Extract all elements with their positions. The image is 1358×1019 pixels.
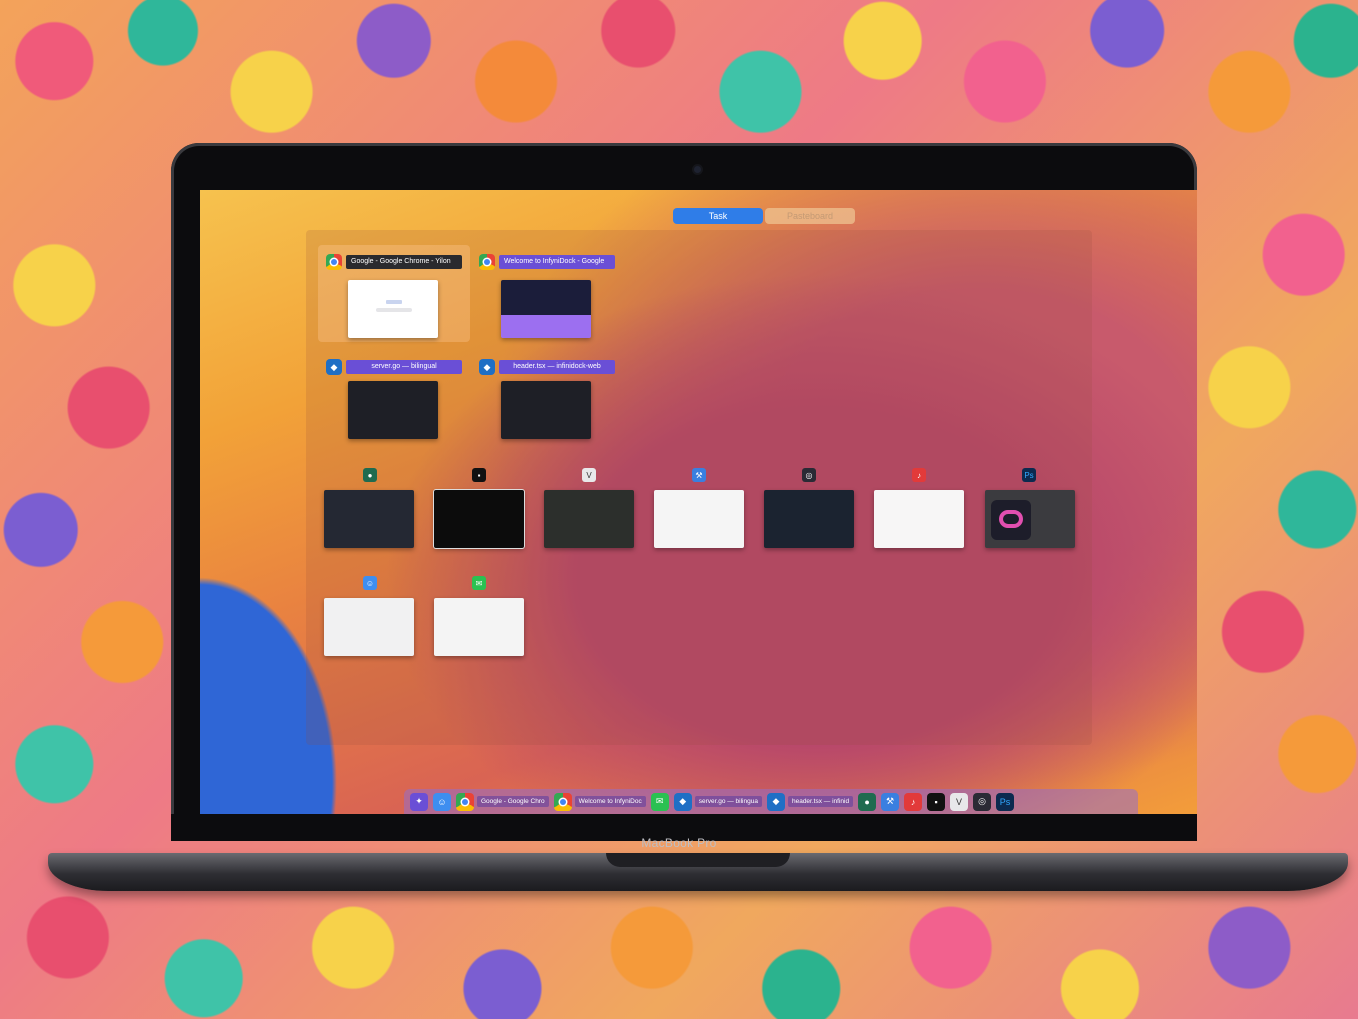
chrome-icon xyxy=(553,792,572,811)
xcode-icon: ⚒ xyxy=(692,468,706,482)
netease-music-icon[interactable]: ♪ xyxy=(904,792,923,811)
window-title: Welcome to InfyniDock - Google xyxy=(499,255,615,269)
wechat-icon[interactable]: ✉ xyxy=(650,792,669,811)
gitkraken-icon[interactable]: ● xyxy=(858,792,877,811)
camera-icon xyxy=(694,166,701,173)
window-thumbnail xyxy=(348,381,438,439)
screen: Task Pasteboard Google - Google Chrome -… xyxy=(200,190,1197,814)
launcher-icon[interactable]: ✦ xyxy=(410,792,428,811)
dock-item-vscode-header[interactable]: ◆ header.tsx — infinid xyxy=(766,792,854,811)
window-thumbnail[interactable] xyxy=(324,598,414,656)
tab-task[interactable]: Task xyxy=(673,208,763,224)
window-title: server.go — bilingual xyxy=(346,360,462,374)
finder-icon: ☺ xyxy=(363,576,377,590)
xcode-icon[interactable]: ⚒ xyxy=(881,792,900,811)
dock-item-label: Google - Google Chro xyxy=(477,796,549,807)
task-switcher-panel: Google - Google Chrome - Yilon Welcome t… xyxy=(306,230,1092,745)
vim-icon[interactable]: V xyxy=(950,792,969,811)
window-thumbnail[interactable] xyxy=(324,490,414,548)
photoshop-icon[interactable]: Ps xyxy=(996,792,1015,811)
vscode-icon: ◆ xyxy=(673,792,692,811)
window-title: header.tsx — infinidock-web xyxy=(499,360,615,374)
vim-icon: V xyxy=(582,468,596,482)
window-thumbnail[interactable] xyxy=(434,490,524,548)
chrome-icon xyxy=(326,254,342,270)
terminal-icon[interactable]: ▪ xyxy=(927,792,946,811)
window-thumbnail xyxy=(501,381,591,439)
vscode-icon: ◆ xyxy=(766,792,785,811)
proxyman-icon[interactable]: ◎ xyxy=(973,792,992,811)
terminal-icon: ▪ xyxy=(472,468,486,482)
laptop-notch xyxy=(606,853,790,867)
dock-item-label: server.go — bilingua xyxy=(694,796,762,807)
dock: ✦ ☺ Google - Google Chro Welcome to Infy… xyxy=(404,789,1138,814)
proxyman-icon: ◎ xyxy=(802,468,816,482)
vscode-icon: ◆ xyxy=(326,359,342,375)
dock-item-label: Welcome to InfyniDoc xyxy=(574,796,646,807)
chrome-icon xyxy=(479,254,495,270)
wechat-icon: ✉ xyxy=(472,576,486,590)
window-thumbnail[interactable] xyxy=(544,490,634,548)
dock-item-label: header.tsx — infinid xyxy=(787,796,854,807)
window-thumbnail xyxy=(501,280,591,338)
window-thumbnail[interactable] xyxy=(434,598,524,656)
dock-item-chrome-google[interactable]: Google - Google Chro xyxy=(456,792,549,811)
dock-item-vscode-server[interactable]: ◆ server.go — bilingua xyxy=(673,792,762,811)
laptop-brand: MacBook Pro xyxy=(641,836,717,850)
window-thumbnail[interactable] xyxy=(985,490,1075,548)
tab-pasteboard[interactable]: Pasteboard xyxy=(765,208,855,224)
window-thumbnail[interactable] xyxy=(874,490,964,548)
window-thumbnail xyxy=(348,280,438,338)
window-title: Google - Google Chrome - Yilon xyxy=(346,255,462,269)
window-thumbnail[interactable] xyxy=(764,490,854,548)
window-thumbnail[interactable] xyxy=(654,490,744,548)
dock-item-chrome-infynidock[interactable]: Welcome to InfyniDoc xyxy=(553,792,646,811)
chrome-icon xyxy=(456,792,474,811)
netease-music-icon: ♪ xyxy=(912,468,926,482)
gitkraken-icon: ● xyxy=(363,468,377,482)
finder-icon[interactable]: ☺ xyxy=(433,792,451,811)
vscode-icon: ◆ xyxy=(479,359,495,375)
photoshop-icon: Ps xyxy=(1022,468,1036,482)
